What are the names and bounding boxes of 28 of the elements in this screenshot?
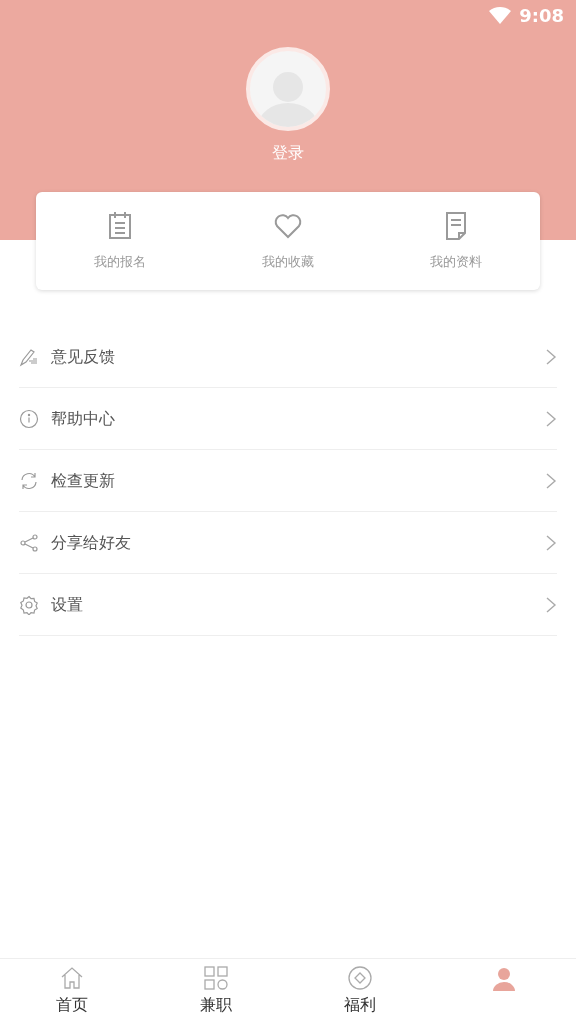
refresh-icon (19, 470, 39, 491)
menu-item[interactable]: 帮助中心 (19, 388, 557, 450)
menu-label: 帮助中心 (51, 407, 116, 430)
menu-label: 设置 (51, 593, 84, 616)
grid-icon (203, 965, 229, 991)
menu-item[interactable]: 意见反馈 (19, 326, 557, 388)
menu-label: 检查更新 (51, 469, 116, 492)
home-icon (59, 965, 85, 991)
status-time: 9:08 (519, 3, 564, 28)
share-icon (19, 532, 39, 553)
wifi-icon (489, 6, 512, 24)
settings-icon (19, 594, 39, 615)
tab[interactable]: 福利 (288, 959, 432, 1024)
coin-icon (347, 965, 373, 991)
chevron-right-icon (545, 533, 557, 552)
menu-item[interactable]: 分享给好友 (19, 512, 557, 574)
tab[interactable]: 兼职 (144, 959, 288, 1024)
menu-label: 意见反馈 (51, 345, 116, 368)
chevron-right-icon (545, 409, 557, 428)
menu-item[interactable]: 设置 (19, 574, 557, 636)
chevron-right-icon (545, 347, 557, 366)
info-icon (19, 408, 39, 429)
menu-label: 分享给好友 (51, 531, 132, 554)
person-icon (491, 965, 517, 991)
menu-item[interactable]: 检查更新 (19, 450, 557, 512)
tab[interactable]: 首页 (0, 959, 144, 1024)
chevron-right-icon (545, 471, 557, 490)
chevron-right-icon (545, 595, 557, 614)
